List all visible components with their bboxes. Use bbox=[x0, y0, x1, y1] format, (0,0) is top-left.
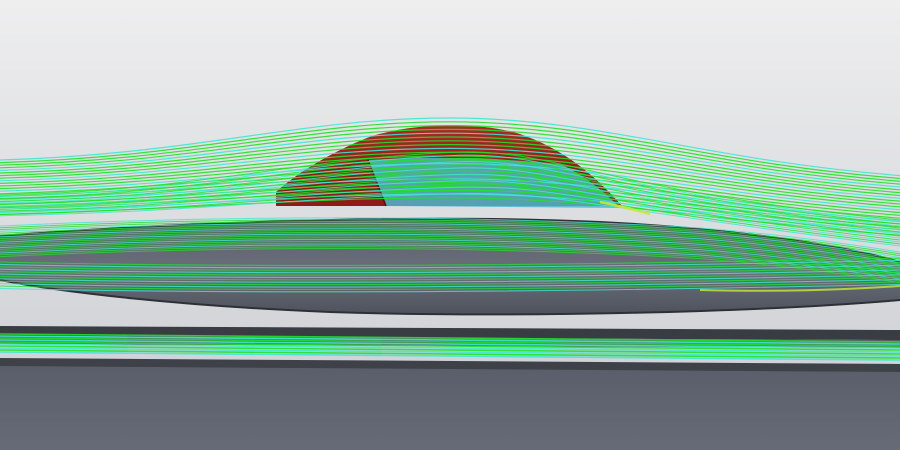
flow-simulation-scene bbox=[0, 0, 900, 450]
cfd-flow-viewport[interactable] bbox=[0, 0, 900, 450]
